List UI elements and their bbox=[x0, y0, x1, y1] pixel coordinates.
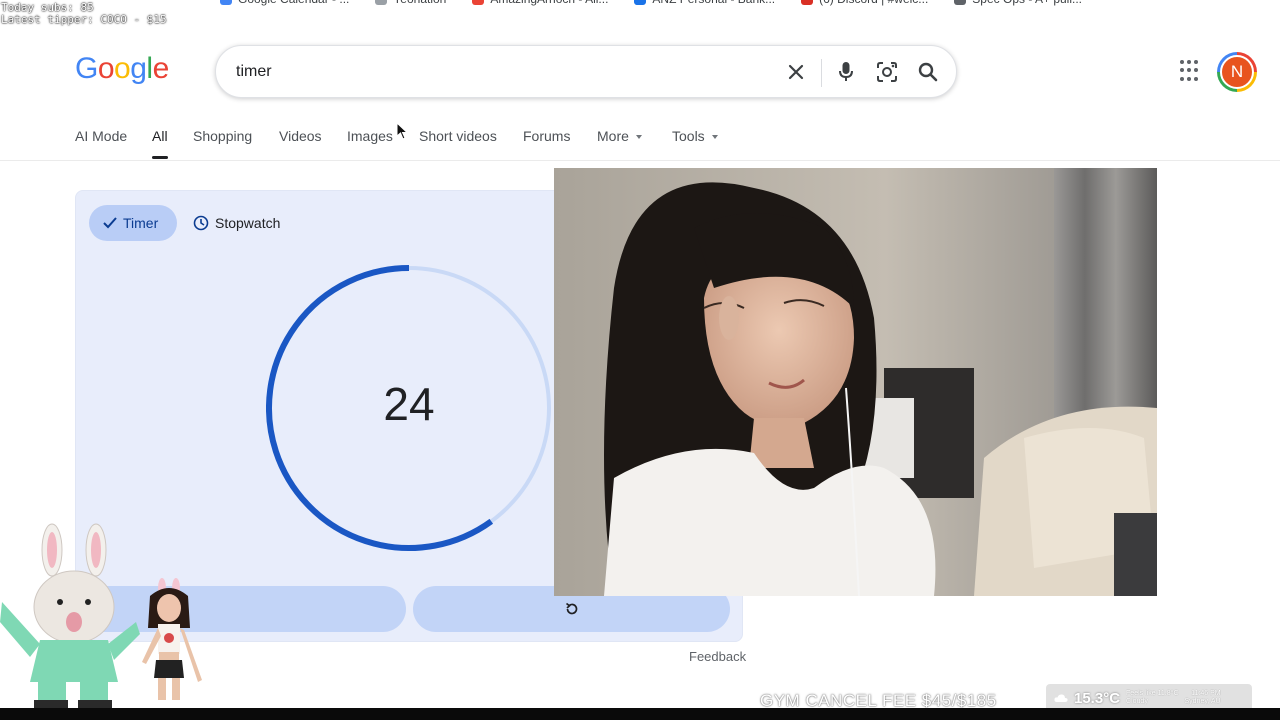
tab-short-videos[interactable]: Short videos bbox=[419, 128, 497, 144]
mouse-cursor-icon bbox=[396, 121, 409, 145]
timer-mode-label: Timer bbox=[123, 215, 159, 231]
clock-icon bbox=[193, 215, 209, 231]
tab-tools[interactable]: Tools bbox=[672, 128, 718, 144]
bookmark-favicon-icon bbox=[634, 0, 647, 5]
weather-condition: Cloudy bbox=[1126, 698, 1148, 705]
microphone-icon[interactable] bbox=[834, 60, 858, 84]
bookmark-label: (6) Discord | #welc... bbox=[819, 0, 928, 6]
tab-all[interactable]: All bbox=[152, 128, 168, 144]
bottom-bar bbox=[0, 708, 1280, 720]
weather-place: Sydney, AU bbox=[1184, 698, 1221, 705]
bunny-mascot-sticker bbox=[0, 522, 140, 713]
weather-temperature: 15.3°C bbox=[1074, 689, 1121, 707]
bookmarks-bar: Google Calendar - ... Yeonation AmazingArn… bbox=[0, 0, 1280, 7]
stopwatch-mode-label: Stopwatch bbox=[215, 215, 281, 231]
tab-ai-mode[interactable]: AI Mode bbox=[75, 128, 127, 144]
bookmark-favicon-icon bbox=[801, 0, 814, 5]
bookmark-label: Google Calendar - ... bbox=[238, 0, 349, 6]
bookmark-item[interactable]: AmazingArnoch - All... bbox=[472, 0, 608, 7]
bookmark-favicon-icon bbox=[220, 0, 232, 5]
search-box[interactable]: timer bbox=[215, 45, 957, 98]
bookmark-favicon-icon bbox=[472, 0, 485, 5]
tab-more[interactable]: More bbox=[597, 128, 642, 144]
tab-images[interactable]: Images bbox=[347, 128, 393, 144]
timer-remaining-value: 24 bbox=[383, 378, 435, 430]
tabs-divider bbox=[0, 160, 1280, 161]
google-apps-icon[interactable] bbox=[1180, 60, 1202, 82]
search-input[interactable]: timer bbox=[236, 63, 272, 81]
bookmark-item[interactable]: ANZ Personal - Bank... bbox=[634, 0, 775, 7]
tab-tools-label: Tools bbox=[672, 128, 705, 144]
search-icon[interactable] bbox=[916, 60, 940, 84]
bookmark-label: ANZ Personal - Bank... bbox=[652, 0, 775, 6]
tab-more-label: More bbox=[597, 128, 629, 144]
logo-letter: o bbox=[97, 52, 115, 85]
avatar-letter: N bbox=[1220, 55, 1254, 89]
search-divider bbox=[821, 59, 822, 87]
bookmark-label: AmazingArnoch - All... bbox=[490, 0, 608, 6]
avatar[interactable]: N bbox=[1217, 52, 1257, 92]
bookmark-favicon-icon bbox=[375, 0, 388, 5]
logo-letter: o bbox=[114, 52, 131, 85]
bookmark-label: Yeonation bbox=[393, 0, 446, 6]
tab-forums[interactable]: Forums bbox=[523, 128, 570, 144]
chevron-down-icon bbox=[635, 135, 642, 140]
latest-tipper-text: Latest tipper: COCO - $15 bbox=[1, 13, 167, 26]
bookmark-favicon-icon bbox=[954, 0, 967, 5]
timer-mode-button[interactable]: Timer bbox=[89, 205, 177, 241]
reset-icon bbox=[565, 602, 577, 615]
webcam-overlay bbox=[554, 168, 1157, 596]
screen: Google Calendar - ... Yeonation AmazingArn… bbox=[0, 0, 1280, 720]
logo-letter: g bbox=[130, 52, 147, 85]
clear-icon[interactable] bbox=[784, 60, 808, 84]
active-tab-indicator bbox=[152, 156, 168, 159]
google-logo[interactable]: Google bbox=[75, 52, 169, 86]
bookmark-item[interactable]: Google Calendar - ... bbox=[220, 0, 349, 7]
chevron-down-icon bbox=[711, 135, 718, 140]
check-icon bbox=[103, 217, 117, 229]
stopwatch-mode-button[interactable]: Stopwatch bbox=[193, 205, 280, 241]
tab-shopping[interactable]: Shopping bbox=[193, 128, 252, 144]
weather-feels-like: Feels like 11.8°C bbox=[1126, 690, 1179, 697]
bookmark-item[interactable]: Yeonation bbox=[375, 0, 446, 7]
logo-letter: G bbox=[75, 52, 98, 85]
tab-videos[interactable]: Videos bbox=[279, 128, 322, 144]
weather-details: Feels like 11.8°C Cloudy bbox=[1126, 690, 1178, 706]
dancing-girl-sticker bbox=[134, 578, 206, 707]
logo-letter: e bbox=[152, 52, 170, 85]
cloud-icon bbox=[1054, 694, 1068, 702]
feedback-link[interactable]: Feedback bbox=[689, 649, 746, 664]
stream-stats-overlay: Today subs: 85 Latest tipper: COCO - $15 bbox=[1, 2, 167, 26]
bookmark-item[interactable]: (6) Discord | #welc... bbox=[801, 0, 928, 7]
lens-camera-icon[interactable] bbox=[875, 60, 899, 84]
bookmark-label: Spec Ops - A+ pull... bbox=[972, 0, 1082, 6]
webcam-feed-image bbox=[554, 168, 1157, 596]
weather-time: 11:46 PM bbox=[1191, 690, 1221, 697]
weather-time-place: 11:46 PM Sydney, AU bbox=[1185, 690, 1221, 706]
bookmark-item[interactable]: Spec Ops - A+ pull... bbox=[954, 0, 1082, 7]
